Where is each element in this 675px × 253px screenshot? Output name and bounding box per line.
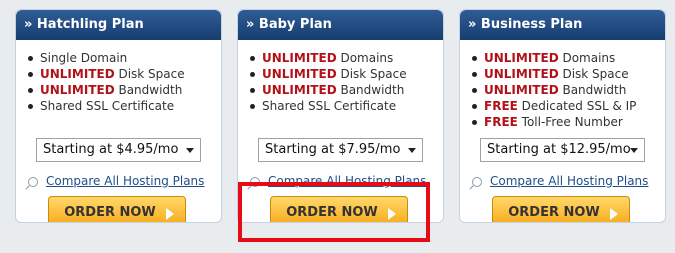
magnifier-icon [472,176,482,187]
plan-title: » Baby Plan [238,10,443,40]
chevron-down-icon [408,148,416,153]
play-arrow-icon [388,208,396,220]
play-arrow-icon [166,208,174,220]
price-dropdown-value: Starting at $12.95/mo [487,142,631,157]
feature-item: Shared SSL Certificate [248,98,443,114]
magnifier-icon [28,176,38,187]
price-dropdown-value: Starting at $4.95/mo [43,142,179,157]
price-dropdown[interactable]: Starting at $7.95/mo [258,138,423,162]
plan-title: » Hatchling Plan [16,10,221,40]
order-now-button[interactable]: ORDER NOW [270,196,408,222]
feature-item: UNLIMITED Disk Space [470,66,665,82]
price-dropdown-value: Starting at $7.95/mo [265,142,401,157]
compare-plans-link[interactable]: Compare All Hosting Plans [472,174,648,188]
chevron-down-icon [630,148,638,153]
order-now-button[interactable]: ORDER NOW [48,196,186,222]
feature-item: UNLIMITED Domains [248,50,443,66]
feature-item: UNLIMITED Disk Space [248,66,443,82]
feature-list: UNLIMITED Domains UNLIMITED Disk Space U… [238,50,443,114]
feature-item: UNLIMITED Bandwidth [26,82,221,98]
plan-card-hatchling: » Hatchling Plan Single Domain UNLIMITED… [15,9,222,223]
compare-plans-link[interactable]: Compare All Hosting Plans [250,174,426,188]
feature-item: Single Domain [26,50,221,66]
feature-item: FREE Toll-Free Number [470,114,665,130]
feature-item: FREE Dedicated SSL & IP [470,98,665,114]
order-now-button[interactable]: ORDER NOW [492,196,630,222]
chevron-down-icon [186,148,194,153]
feature-item: UNLIMITED Domains [470,50,665,66]
compare-plans-link[interactable]: Compare All Hosting Plans [28,174,204,188]
price-dropdown[interactable]: Starting at $12.95/mo [480,138,645,162]
plan-card-baby: » Baby Plan UNLIMITED Domains UNLIMITED … [237,9,444,223]
play-arrow-icon [610,208,618,220]
plan-title: » Business Plan [460,10,665,40]
feature-item: Shared SSL Certificate [26,98,221,114]
magnifier-icon [250,176,260,187]
feature-list: UNLIMITED Domains UNLIMITED Disk Space U… [460,50,665,130]
plan-card-business: » Business Plan UNLIMITED Domains UNLIMI… [459,9,666,223]
feature-item: UNLIMITED Bandwidth [470,82,665,98]
feature-list: Single Domain UNLIMITED Disk Space UNLIM… [16,50,221,114]
feature-item: UNLIMITED Disk Space [26,66,221,82]
feature-item: UNLIMITED Bandwidth [248,82,443,98]
price-dropdown[interactable]: Starting at $4.95/mo [36,138,201,162]
